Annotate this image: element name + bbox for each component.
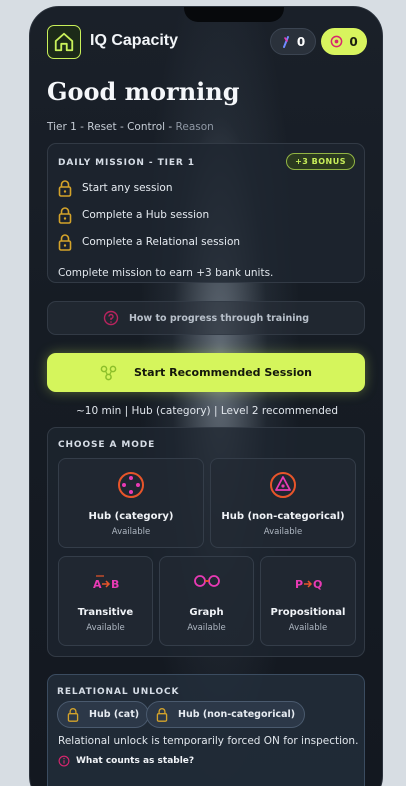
lock-icon	[156, 708, 168, 722]
mode-status: Available	[111, 527, 151, 537]
mode-status: Available	[288, 623, 328, 633]
mode-tile-hub-category[interactable]: Hub (category) Available	[58, 458, 204, 548]
lock-icon	[58, 180, 72, 197]
mode-status: Available	[263, 527, 303, 537]
propositional-icon: P Q	[295, 578, 322, 591]
bonus-badge: +3 BONUS	[286, 153, 355, 170]
start-recommended-button[interactable]: Start Recommended Session	[47, 353, 365, 392]
mode-name: Transitive	[77, 607, 134, 618]
mode-name: Hub (non-categorical)	[221, 511, 345, 522]
tier-separator: -	[76, 121, 88, 133]
mode-tile-transitive[interactable]: A B Transitive Available	[58, 556, 153, 646]
bank-pill[interactable]: 0	[321, 28, 367, 55]
device-notch	[184, 7, 284, 22]
info-icon	[58, 755, 70, 767]
mission-title: DAILY MISSION - TIER 1	[58, 158, 195, 168]
stable-help-label: What counts as stable?	[76, 756, 195, 766]
unlock-chip-hub-cat[interactable]: Hub (cat)	[57, 701, 150, 728]
mission-footer: Complete mission to earn +3 bank units.	[58, 267, 274, 279]
app-title: IQ Capacity	[90, 32, 179, 49]
mode-tile-propositional[interactable]: P Q Propositional Available	[260, 556, 356, 646]
chip-label: Hub (cat)	[89, 709, 140, 720]
svg-text:P: P	[295, 578, 303, 591]
app-header: IQ Capacity 0 0	[47, 25, 367, 59]
mode-name: Hub (category)	[88, 511, 174, 522]
progress-icon	[103, 310, 119, 326]
progress-guide-button[interactable]: How to progress through training	[47, 301, 365, 335]
graph-icon	[193, 575, 220, 587]
unlock-chip-hub-noncategorical[interactable]: Hub (non-categorical)	[146, 701, 306, 728]
mode-status: Available	[86, 623, 125, 633]
mode-tile-graph[interactable]: Graph Available	[159, 556, 254, 646]
tokens-count: 0	[296, 34, 306, 49]
mode-status: Available	[187, 623, 226, 633]
chip-label: Hub (non-categorical)	[178, 709, 296, 720]
svg-text:Q: Q	[313, 578, 322, 591]
mission-item-label: Start any session	[82, 182, 173, 194]
token-icon	[282, 35, 289, 48]
relational-unlock-card: RELATIONAL UNLOCK Hub (cat) Hub (non-cat…	[47, 674, 365, 786]
tier-separator: -	[165, 121, 176, 133]
daily-mission-card: DAILY MISSION - TIER 1 +3 BONUS Start an…	[47, 143, 365, 283]
lock-icon	[58, 234, 72, 251]
modes-title: CHOOSE A MODE	[58, 440, 156, 450]
unlock-note: Relational unlock is temporarily forced …	[58, 735, 359, 747]
svg-text:A: A	[93, 578, 102, 591]
hub-category-icon	[118, 472, 144, 498]
mission-item: Complete a Hub session	[58, 205, 209, 225]
progress-guide-label: How to progress through training	[128, 312, 310, 324]
tier-step-reason: Reason	[175, 121, 214, 133]
mission-item: Complete a Relational session	[58, 232, 240, 252]
svg-text:B: B	[111, 578, 119, 591]
start-button-label: Start Recommended Session	[133, 366, 312, 379]
phone-screen: IQ Capacity 0 0 Good morning Tier 1 - Re…	[29, 6, 383, 786]
tokens-pill[interactable]: 0	[270, 28, 316, 55]
lock-icon	[67, 708, 79, 722]
home-icon	[54, 32, 74, 52]
transitive-icon: A B	[93, 575, 119, 591]
tier-step-control: Control	[127, 121, 166, 133]
lock-icon	[58, 207, 72, 224]
mode-name: Propositional	[270, 607, 346, 618]
bank-count: 0	[349, 34, 358, 49]
hub-noncategorical-icon	[270, 472, 296, 498]
tier-step-reset: Reset	[87, 121, 117, 133]
tier-separator: -	[116, 121, 128, 133]
mode-name: Graph	[189, 607, 224, 618]
recommendation-text: ~10 min | Hub (category) | Level 2 recom…	[75, 405, 339, 417]
greeting-title: Good morning	[47, 77, 240, 106]
home-button[interactable]	[47, 25, 81, 59]
bank-icon	[330, 35, 343, 48]
mission-item: Start any session	[58, 178, 173, 198]
mission-item-label: Complete a Hub session	[82, 209, 210, 221]
tier-label: Tier 1	[47, 121, 77, 133]
mission-item-label: Complete a Relational session	[82, 236, 241, 248]
unlock-title: RELATIONAL UNLOCK	[57, 687, 180, 697]
mode-tile-hub-noncategorical[interactable]: Hub (non-categorical) Available	[210, 458, 356, 548]
tier-breadcrumb: Tier 1 - Reset - Control - Reason	[47, 121, 214, 133]
mode-chooser-card: CHOOSE A MODE Hub (category) Available H…	[47, 427, 365, 657]
stable-help-link[interactable]: What counts as stable?	[58, 755, 194, 767]
session-icon	[100, 365, 117, 380]
